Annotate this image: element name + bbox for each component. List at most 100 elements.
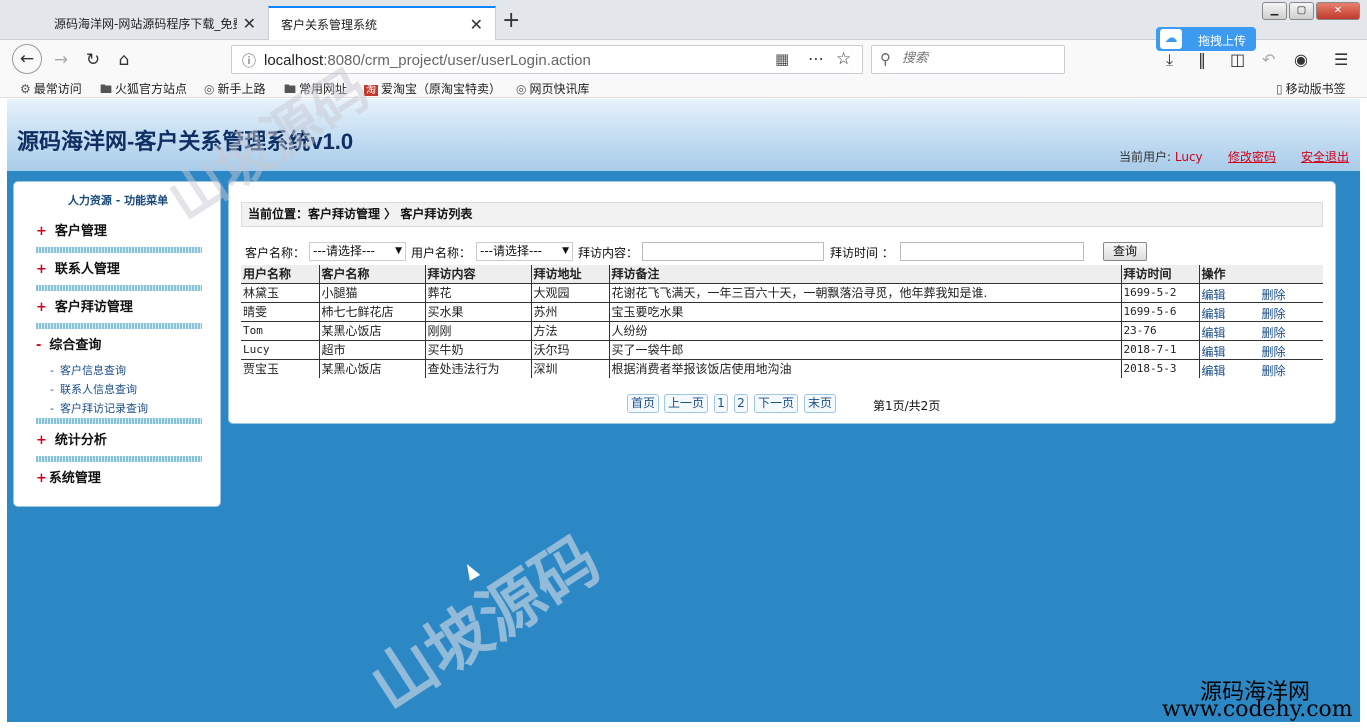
sidebar-subitem-visit-query[interactable]: - 客户拜访记录查询 [50, 400, 148, 416]
edit-link[interactable]: 编辑 [1202, 362, 1226, 379]
info-icon[interactable]: ⓘ [242, 51, 256, 71]
cell-customer: 某黑心饭店 [318, 358, 425, 378]
sidebar-icon[interactable]: ◫ [1230, 50, 1245, 69]
bookmark-most-visited[interactable]: ⚙ 最常访问 [20, 80, 82, 97]
cloud-upload-button[interactable]: ☁ 拖拽上传 [1156, 27, 1256, 51]
sidebar-subitem-customer-query[interactable]: - 客户信息查询 [50, 362, 126, 378]
sidebar-item-visits[interactable]: + 客户拜访管理 [36, 296, 133, 315]
tab-crm[interactable]: 客户关系管理系统 ✕ [268, 6, 496, 40]
delete-link[interactable]: 删除 [1262, 305, 1286, 322]
bookmark-common-sites[interactable]: 🖿 常用网址 [284, 80, 347, 101]
last-page-button[interactable]: 末页 [804, 394, 836, 413]
gear-icon: ⚙ [20, 82, 31, 96]
cell-content: 葬花 [424, 282, 531, 302]
delete-link[interactable]: 删除 [1262, 324, 1286, 341]
page-2-button[interactable]: 2 [734, 394, 748, 413]
next-page-button[interactable]: 下一页 [754, 394, 798, 413]
delete-link[interactable]: 删除 [1262, 286, 1286, 303]
cell-remark: 人纷纷 [608, 320, 1121, 340]
logout-link[interactable]: 安全退出 [1301, 148, 1349, 165]
sidebar-item-contacts[interactable]: + 联系人管理 [36, 258, 120, 277]
breadcrumb: 当前位置：客户拜访管理 〉 客户拜访列表 [241, 202, 1323, 227]
home-icon[interactable]: ⌂ [111, 47, 137, 73]
prev-page-button[interactable]: 上一页 [664, 394, 708, 413]
search-input[interactable] [902, 51, 1052, 66]
bookmark-mobile[interactable]: ▯ 移动版书签 [1276, 80, 1346, 97]
cell-address: 深圳 [530, 358, 609, 378]
cell-address: 苏州 [530, 301, 609, 321]
edit-link[interactable]: 编辑 [1202, 305, 1226, 322]
minimize-button[interactable]: ▁ [1262, 2, 1287, 20]
sidebar-item-system[interactable]: + 系统管理 [36, 467, 101, 486]
user-select[interactable]: ---请选择--- ▼ [476, 242, 573, 261]
globe-icon: ◎ [516, 82, 527, 96]
cell-user: 贾宝玉 [241, 358, 319, 378]
qr-code-icon[interactable]: ▦ [775, 50, 789, 68]
current-user-info: 当前用户: Lucy [1119, 150, 1203, 164]
time-filter-label: 拜访时间 ： [830, 246, 894, 260]
query-button[interactable]: 查询 [1103, 242, 1147, 261]
more-actions-icon[interactable]: ⋯ [808, 49, 824, 68]
sidebar: 人力资源 - 功能菜单 + 客户管理 + 联系人管理 + 客户拜访管理 - 综合查询 -… [13, 181, 221, 507]
account-icon[interactable]: ◉ [1294, 50, 1308, 69]
cell-address: 沃尔玛 [530, 339, 609, 359]
cell-customer: 柿七七鲜花店 [318, 301, 425, 321]
bookmark-getting-started[interactable]: ◎ 新手上路 [204, 80, 266, 97]
table-row: Tom 某黑心饭店 刚刚 方法 人纷纷 23-76 编辑 删除 [241, 320, 1323, 341]
cell-content: 买牛奶 [424, 339, 531, 359]
search-box[interactable]: ⚲ [871, 45, 1065, 74]
close-tab-icon[interactable]: ✕ [470, 15, 483, 34]
cell-time: 1699-5-2 [1120, 282, 1199, 302]
page-info: 第1页/共2页 [873, 399, 941, 413]
menu-icon[interactable]: ☰ [1334, 50, 1348, 69]
back-arrow-icon[interactable]: ← [12, 44, 42, 74]
bookmark-webslices[interactable]: ◎ 网页快讯库 [516, 80, 590, 97]
sidebar-item-query[interactable]: - 综合查询 [36, 334, 101, 353]
user-filter-label: 用户名称： [411, 246, 472, 260]
maximize-button[interactable]: ▢ [1289, 2, 1314, 20]
download-icon[interactable]: ⤓ [1166, 50, 1173, 70]
edit-link[interactable]: 编辑 [1202, 343, 1226, 360]
edit-link[interactable]: 编辑 [1202, 324, 1226, 341]
globe-icon: ◎ [204, 82, 215, 96]
delete-link[interactable]: 删除 [1262, 362, 1286, 379]
cell-user: 林黛玉 [241, 282, 319, 302]
cloud-icon: ☁ [1160, 29, 1182, 49]
tab-codehy[interactable]: 源码海洋网-网站源码程序下载_免费 ✕ [42, 6, 268, 40]
cell-customer: 超市 [318, 339, 425, 359]
delete-link[interactable]: 删除 [1262, 343, 1286, 360]
url-text[interactable]: localhost:8080/crm_project/user/userLogi… [264, 52, 591, 69]
main-content: 当前位置：客户拜访管理 〉 客户拜访列表 客户名称： ---请选择--- ▼ 用户… [228, 181, 1336, 424]
table-row: 晴雯 柿七七鲜花店 买水果 苏州 宝玉要吃水果 1699-5-6 编辑 删除 [241, 301, 1323, 322]
page-1-button[interactable]: 1 [714, 394, 728, 413]
undo-icon[interactable]: ↶ [1262, 50, 1275, 69]
column-header: 拜访时间 [1120, 265, 1199, 283]
bookmark-star-icon[interactable]: ☆ [836, 49, 851, 69]
column-header: 拜访内容 [424, 265, 531, 283]
sidebar-item-stats[interactable]: + 统计分析 [36, 429, 107, 448]
divider [36, 323, 202, 329]
url-bar[interactable]: ⓘ localhost:8080/crm_project/user/userLo… [231, 45, 863, 74]
window-close-button[interactable]: ✕ [1316, 2, 1360, 20]
change-password-link[interactable]: 修改密码 [1228, 148, 1276, 165]
sidebar-item-customer[interactable]: + 客户管理 [36, 220, 107, 239]
edit-link[interactable]: 编辑 [1202, 286, 1226, 303]
table-row: 林黛玉 小腿猫 葬花 大观园 花谢花飞飞满天，一年三百六十天，一朝飘落沿寻觅，他… [241, 282, 1323, 303]
new-tab-button[interactable]: + [502, 8, 520, 33]
visit-content-input[interactable] [642, 242, 824, 261]
visit-table: 用户名称 客户名称 拜访内容 拜访地址 拜访备注 拜访时间 操作 林黛玉 小腿猫… [241, 265, 1323, 378]
chevron-down-icon: ▼ [395, 246, 402, 256]
app-header: 源码海洋网-客户关系管理系统v1.0 当前用户: Lucy 修改密码 安全退出 [7, 99, 1360, 171]
bookmark-firefox-site[interactable]: 🖿 火狐官方站点 [100, 80, 187, 101]
library-icon[interactable]: ‖ [1198, 50, 1206, 69]
customer-select[interactable]: ---请选择--- ▼ [309, 242, 406, 261]
forward-arrow-icon[interactable]: → [48, 47, 74, 73]
visit-time-input[interactable] [900, 242, 1084, 261]
sidebar-subitem-contact-query[interactable]: - 联系人信息查询 [50, 381, 137, 397]
cell-remark: 宝玉要吃水果 [608, 301, 1121, 321]
table-row: Lucy 超市 买牛奶 沃尔玛 买了一袋牛郎 2018-7-1 编辑 删除 [241, 339, 1323, 360]
reload-icon[interactable]: ↻ [80, 47, 106, 73]
bookmark-aitaobao[interactable]: 淘爱淘宝（原淘宝特卖） [364, 80, 501, 97]
first-page-button[interactable]: 首页 [627, 394, 659, 413]
close-tab-icon[interactable]: ✕ [243, 14, 256, 33]
